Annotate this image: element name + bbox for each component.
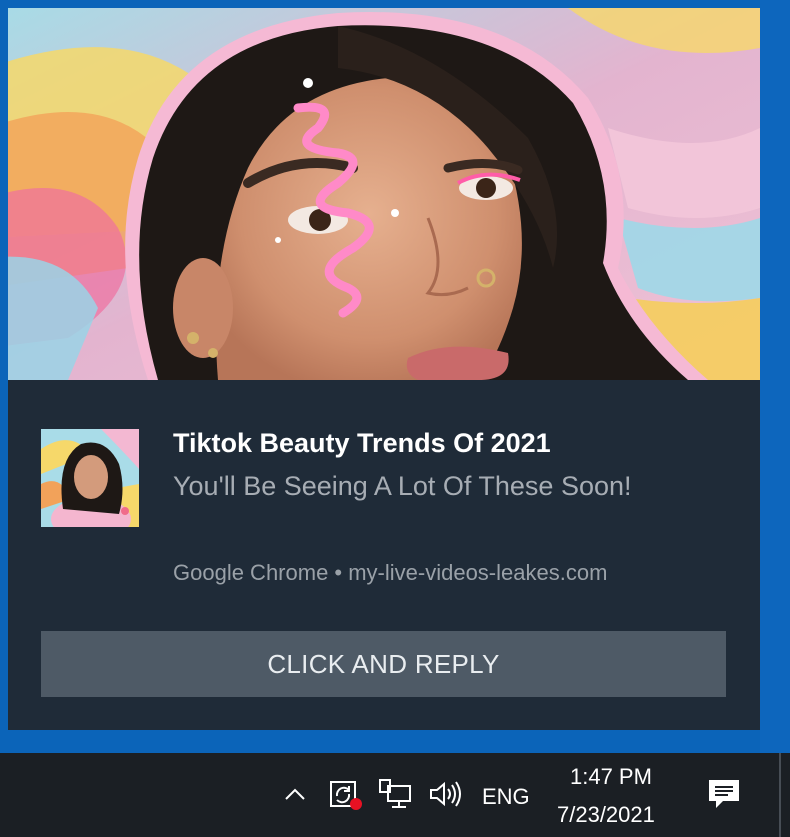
notification-toast[interactable]: Tiktok Beauty Trends Of 2021 You'll Be S…	[8, 8, 760, 730]
taskbar: ENG 1:47 PM 7/23/2021	[0, 753, 790, 837]
clock-time[interactable]: 1:47 PM	[570, 764, 680, 790]
notification-attribution: Google Chrome • my-live-videos-leakes.co…	[173, 560, 608, 585]
action-center-icon[interactable]	[704, 775, 744, 813]
chevron-up-icon[interactable]	[280, 775, 310, 813]
click-and-reply-button[interactable]: CLICK AND REPLY	[41, 631, 726, 697]
notification-thumbnail	[41, 429, 139, 527]
sync-alert-icon[interactable]	[326, 775, 364, 813]
notification-title: Tiktok Beauty Trends Of 2021	[173, 428, 551, 458]
input-language[interactable]: ENG	[482, 784, 530, 810]
desktop: Tiktok Beauty Trends Of 2021 You'll Be S…	[0, 0, 790, 837]
show-desktop-divider	[779, 753, 781, 837]
desktop-edge	[760, 0, 790, 753]
notification-hero-image[interactable]	[8, 8, 760, 380]
clock-date[interactable]: 7/23/2021	[557, 802, 655, 828]
network-icon[interactable]	[376, 775, 414, 813]
notification-body: You'll Be Seeing A Lot Of These Soon!	[173, 471, 632, 501]
volume-icon[interactable]	[426, 775, 464, 813]
